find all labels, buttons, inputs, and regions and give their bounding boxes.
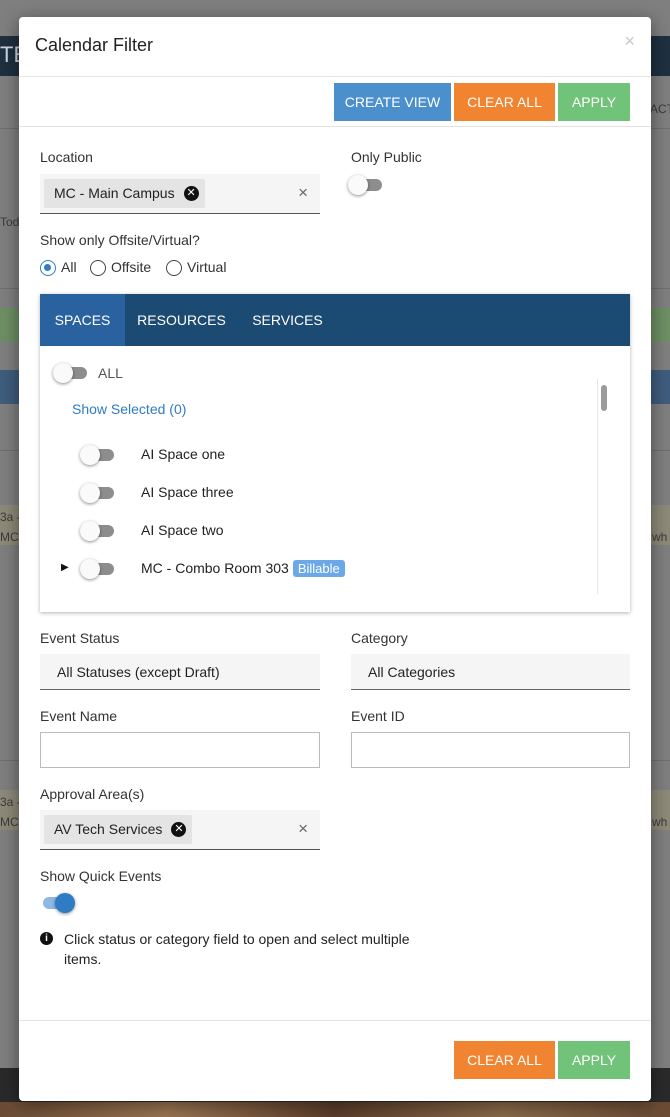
- location-label: Location: [40, 149, 93, 165]
- quick-events-label: Show Quick Events: [40, 868, 162, 884]
- info-message: i Click status or category field to open…: [40, 929, 420, 969]
- approval-area-label: Approval Area(s): [40, 786, 145, 802]
- info-icon: i: [40, 932, 53, 945]
- background-image-strip: [0, 1102, 670, 1117]
- footer-clear-all-button[interactable]: CLEAR ALL: [454, 1041, 555, 1079]
- tab-services[interactable]: SERVICES: [238, 294, 337, 346]
- background-fragment: 3a -: [0, 795, 21, 809]
- expand-caret-icon[interactable]: ▶: [61, 562, 69, 573]
- category-label: Category: [351, 630, 408, 646]
- modal-header: Calendar Filter ×: [19, 17, 651, 77]
- footer-divider: [19, 1020, 651, 1021]
- toggle-knob: [80, 521, 100, 541]
- create-view-button[interactable]: CREATE VIEW: [334, 83, 451, 121]
- only-public-label: Only Public: [351, 149, 422, 165]
- list-item: AI Space two: [40, 516, 600, 546]
- resource-tabs-panel: SPACES RESOURCES SERVICES ALL Show Selec…: [40, 294, 630, 612]
- toggle-knob: [80, 445, 100, 465]
- event-status-label: Event Status: [40, 630, 120, 646]
- list-item: ▶ MC - Combo Room 303 Billable: [40, 554, 600, 584]
- radio-label: All: [61, 259, 77, 275]
- clear-all-button[interactable]: CLEAR ALL: [454, 83, 555, 121]
- clear-approval-area-icon[interactable]: ×: [298, 819, 308, 839]
- background-fragment: wh: [652, 815, 668, 829]
- event-name-label: Event Name: [40, 708, 118, 724]
- radio-dot: [166, 260, 182, 276]
- calendar-filter-modal: Calendar Filter × CREATE VIEW CLEAR ALL …: [19, 17, 651, 1101]
- background-fragment: wh: [652, 530, 668, 544]
- event-id-input[interactable]: [351, 732, 630, 768]
- quick-events-toggle[interactable]: [39, 892, 75, 914]
- radio-label: Virtual: [187, 259, 227, 275]
- radio-label: Offsite: [111, 259, 152, 275]
- location-field[interactable]: MC - Main Campus ✕ ×: [40, 174, 320, 214]
- background-fragment: MC: [0, 530, 19, 544]
- scrollbar-thumb[interactable]: [601, 385, 607, 411]
- space-name: MC - Combo Room 303: [141, 560, 289, 576]
- offsite-label: Show only Offsite/Virtual?: [40, 232, 200, 248]
- modal-title: Calendar Filter: [35, 35, 154, 55]
- tab-bar: SPACES RESOURCES SERVICES: [40, 294, 630, 346]
- all-spaces-toggle[interactable]: [53, 362, 89, 384]
- only-public-toggle[interactable]: [348, 174, 384, 196]
- show-selected-link[interactable]: Show Selected (0): [72, 401, 186, 417]
- list-scrollbar[interactable]: [597, 379, 611, 594]
- toggle-knob: [55, 893, 75, 913]
- apply-button[interactable]: APPLY: [558, 83, 630, 121]
- radio-dot: [90, 260, 106, 276]
- billable-badge: Billable: [292, 560, 345, 577]
- background-fragment: 3a -: [0, 510, 21, 524]
- header-divider: [19, 126, 651, 127]
- footer-apply-button[interactable]: APPLY: [558, 1041, 630, 1079]
- background-fragment: ACT: [650, 102, 670, 116]
- toggle-knob: [53, 363, 73, 383]
- location-chip: MC - Main Campus ✕: [44, 179, 205, 208]
- list-item: AI Space three: [40, 478, 600, 508]
- tab-spaces[interactable]: SPACES: [40, 294, 125, 346]
- event-name-input[interactable]: [40, 732, 320, 768]
- all-spaces-label: ALL: [98, 365, 123, 381]
- category-select[interactable]: All Categories: [351, 654, 630, 690]
- toggle-knob: [80, 483, 100, 503]
- space-toggle[interactable]: [80, 520, 116, 542]
- list-item: AI Space one: [40, 440, 600, 470]
- location-chip-label: MC - Main Campus: [54, 185, 175, 201]
- info-text: Click status or category field to open a…: [64, 931, 410, 967]
- tab-resources[interactable]: RESOURCES: [125, 294, 238, 346]
- toggle-knob: [80, 559, 100, 579]
- space-name-with-badge: MC - Combo Room 303 Billable: [141, 560, 345, 577]
- remove-chip-icon[interactable]: ✕: [183, 186, 199, 201]
- space-name: AI Space three: [141, 484, 234, 500]
- close-icon[interactable]: ×: [624, 31, 635, 52]
- space-toggle[interactable]: [80, 558, 116, 580]
- space-name: AI Space one: [141, 446, 226, 462]
- event-id-label: Event ID: [351, 708, 405, 724]
- background-fragment: MC: [0, 815, 19, 829]
- radio-dot: [40, 260, 56, 276]
- space-toggle[interactable]: [80, 444, 116, 466]
- approval-area-chip: AV Tech Services ✕: [44, 815, 193, 844]
- approval-area-field[interactable]: AV Tech Services ✕ ×: [40, 810, 320, 850]
- remove-chip-icon[interactable]: ✕: [171, 822, 187, 837]
- event-status-select[interactable]: All Statuses (except Draft): [40, 654, 320, 690]
- toggle-knob: [348, 175, 368, 195]
- clear-location-icon[interactable]: ×: [298, 183, 308, 203]
- space-name: AI Space two: [141, 522, 224, 538]
- approval-area-chip-label: AV Tech Services: [54, 821, 163, 837]
- space-toggle[interactable]: [80, 482, 116, 504]
- background-fragment: Tod: [0, 215, 20, 229]
